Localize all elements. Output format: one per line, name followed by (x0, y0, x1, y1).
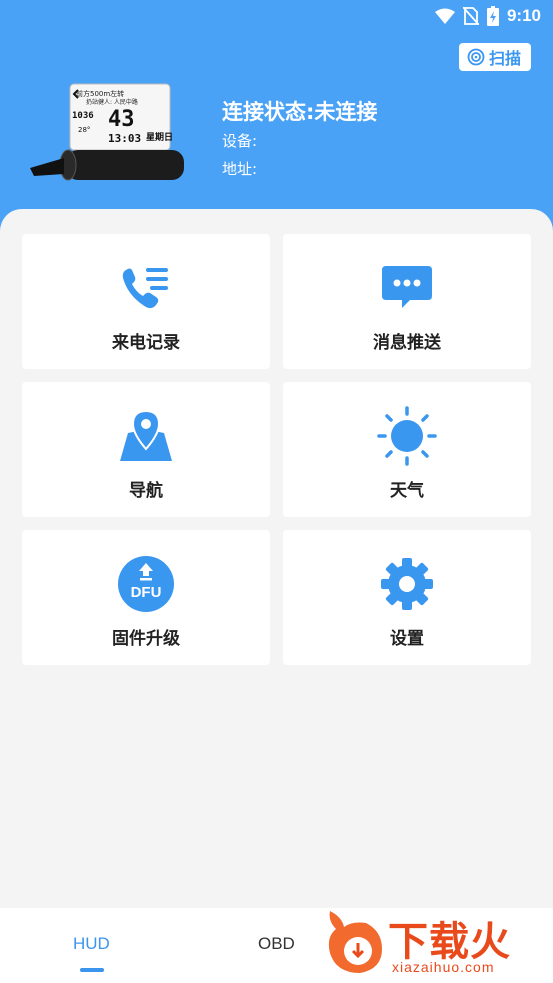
watermark: 下载火 xiazaihuo.com (322, 907, 547, 979)
tab-obd[interactable]: OBD (258, 934, 295, 954)
message-push-card[interactable]: 消息推送 (283, 234, 531, 369)
header: 9:10 扫描 前方500m左转 扔站健人: 人民中路 1036 28° 43 … (0, 0, 553, 240)
call-log-card[interactable]: 来电记录 (22, 234, 270, 369)
hud-temp: 28° (78, 126, 90, 134)
device-label: 设备: (222, 132, 258, 150)
tab-hud[interactable]: HUD (73, 934, 110, 954)
status-time: 9:10 (506, 6, 541, 25)
connection-info: 连接状态:未连接 设备: 地址: (222, 97, 377, 183)
dfu-badge-text: DFU (131, 584, 162, 601)
hud-time-small: 1036 (72, 111, 94, 121)
scan-button[interactable]: 扫描 (458, 43, 531, 71)
settings-label: 设置 (390, 629, 424, 649)
wifi-icon (434, 8, 455, 24)
firmware-upgrade-card[interactable]: DFU 固件升级 (22, 530, 270, 665)
hud-day: 星期日 (146, 131, 173, 143)
tab-active-indicator (80, 968, 104, 972)
navigation-label: 导航 (129, 481, 163, 501)
hud-speed: 43 (108, 107, 135, 132)
watermark-flame-logo (328, 911, 382, 973)
phone-list-icon (122, 268, 168, 309)
scan-icon (467, 48, 485, 66)
bottom-tab-bar: HUD OBD 下载火 xiazaihuo.com (0, 908, 553, 983)
sun-icon (377, 406, 437, 466)
menu-panel: 来电记录 消息推送 导航 天气 DFU 固件升级 设置 (0, 209, 553, 909)
connection-status: 连接状态:未连接 (222, 100, 378, 124)
hud-line2: 扔站健人: 人民中路 (86, 98, 138, 106)
call-log-label: 来电记录 (112, 333, 180, 353)
gear-icon (381, 558, 433, 610)
navigation-card[interactable]: 导航 (22, 382, 270, 517)
weather-label: 天气 (390, 481, 424, 501)
map-pin-icon (120, 409, 172, 461)
no-sim-icon (462, 7, 479, 25)
hud-line1: 前方500m左转 (76, 89, 124, 98)
message-icon (382, 266, 432, 308)
status-bar: 9:10 (434, 0, 553, 32)
settings-card[interactable]: 设置 (283, 530, 531, 665)
scan-button-label: 扫描 (488, 49, 521, 68)
watermark-url: xiazaihuo.com (392, 959, 495, 975)
message-push-label: 消息推送 (373, 333, 441, 353)
weather-card[interactable]: 天气 (283, 382, 531, 517)
hud-device-image: 前方500m左转 扔站健人: 人民中路 1036 28° 43 13:03 星期… (30, 83, 184, 181)
battery-charging-icon (486, 6, 499, 26)
hud-clock: 13:03 (108, 132, 141, 145)
address-label: 地址: (222, 160, 258, 178)
firmware-upgrade-label: 固件升级 (112, 629, 180, 649)
dfu-upgrade-icon: DFU (118, 556, 174, 612)
